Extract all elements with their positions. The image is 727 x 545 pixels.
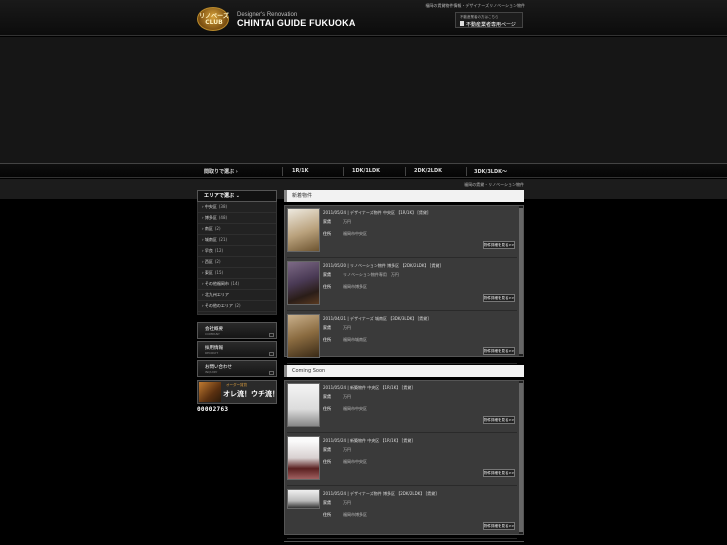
chevron-down-icon: ⌄ (235, 193, 240, 199)
listing-item: 2011/05/24 | デザイナーズ物件 中央区 【1R/1K】 [賃貸] 家… (287, 208, 517, 258)
sidebar: エリアで選ぶ ⌄ › 中央区 (38) › 博多区 (48) › 南区 (2) › 城… (197, 190, 279, 413)
order-banner-caption: オーダー賃貸 (226, 383, 247, 387)
listing-address: 住所 福岡市博多区 (323, 284, 367, 289)
listing-item: 2011/05/24 | 新築物件 中央区 【1R/1K】 [賃貸] 家賃 万円 … (287, 436, 517, 486)
nav-item-2dk2ldk[interactable]: 2DK/2LDK (414, 168, 442, 174)
site-logo[interactable]: リノベーズ CLUB (197, 7, 229, 31)
listing-address: 住所 福岡市中央区 (323, 231, 367, 236)
scrollbar[interactable] (519, 381, 523, 534)
area-item[interactable]: › その他のエリア (2) (198, 301, 276, 312)
detail-button[interactable]: 物件詳細を見る>> (483, 241, 515, 249)
listing-title[interactable]: 2011/05/24 | 新築物件 中央区 【1R/1K】 [賃貸] (323, 385, 413, 391)
header-note: 福岡の賃貸物件情報・デザイナーズリノベーション物件 (425, 3, 525, 8)
area-heading: エリアで選ぶ ⌄ (197, 190, 277, 202)
area-list: › 中央区 (38) › 博多区 (48) › 南区 (2) › 城南区 (21) › … (197, 202, 277, 315)
new-listings: 2011/05/24 | デザイナーズ物件 中央区 【1R/1K】 [賃貸] 家… (284, 205, 524, 364)
listing-address: 住所 福岡市城南区 (323, 337, 367, 342)
order-banner[interactable]: オーダー賃貸 オレ流！ウチ流！ (197, 380, 279, 404)
listing-item: 2011/05/24 | デザイナーズ物件 博多区 【2DK/2LDK】 [賃貸… (287, 489, 517, 539)
listing-rent: 家賃 万円 (323, 325, 351, 330)
area-item[interactable]: › その他福岡市 (14) (198, 279, 276, 290)
nav-divider (282, 167, 283, 176)
listing-photo[interactable] (287, 261, 320, 305)
hero-banner (0, 37, 727, 163)
area-item[interactable]: › 中央区 (38) (198, 202, 276, 213)
area-item[interactable]: › 城南区 (21) (198, 235, 276, 246)
coming-soon-listings: 2011/05/24 | 新築物件 中央区 【1R/1K】 [賃貸] 家賃 万円 … (284, 380, 524, 539)
detail-button[interactable]: 物件詳細を見る>> (483, 416, 515, 424)
scrollbar-thumb[interactable] (519, 383, 523, 532)
listing-photo[interactable] (287, 314, 320, 358)
area-item[interactable]: › 東区 (15) (198, 268, 276, 279)
nav-divider (343, 167, 344, 176)
listing-address: 住所 福岡市中央区 (323, 459, 367, 464)
section-heading-coming-soon: Coming Soon (284, 365, 524, 377)
logo-text: リノベーズ CLUB (199, 13, 229, 26)
agent-page-button[interactable]: 不動産業者の方はこちら 不動産業者専用ページ (455, 12, 523, 28)
area-item[interactable]: › 博多区 (48) (198, 213, 276, 224)
arrow-icon (269, 371, 274, 375)
listing-photo[interactable] (287, 383, 320, 427)
banner-image (199, 382, 221, 402)
arrow-icon (269, 333, 274, 337)
agent-button-label: 不動産業者専用ページ (466, 22, 516, 28)
site-header: リノベーズ CLUB Designer's Renovation CHINTAI… (0, 0, 727, 36)
area-item[interactable]: › 北九州エリア (198, 290, 276, 301)
inquiry-sub: INQUIRY (205, 370, 218, 374)
listing-title[interactable]: 2011/05/24 | デザイナーズ物件 中央区 【1R/1K】 [賃貸] (323, 210, 429, 216)
area-item[interactable]: › 早良 (12) (198, 246, 276, 257)
area-item[interactable]: › 南区 (2) (198, 224, 276, 235)
detail-button[interactable]: 物件詳細を見る>> (483, 347, 515, 355)
recruit-sub: RECRUIT (205, 351, 219, 355)
listing-address: 住所 福岡市中央区 (323, 406, 367, 411)
listing-rent: 家賃 万円 (323, 219, 351, 224)
breadcrumb: 福岡の賃貸・リノベーション物件 (464, 182, 524, 187)
company-sub: COMPANY (205, 332, 220, 336)
section-heading-new: 新着物件 (284, 190, 524, 202)
listing-item: 2011/05/20 | リノベーション物件 博多区 【2DK/2LDK】 [賃… (287, 261, 517, 311)
chevron-right-icon: › (235, 169, 238, 175)
listing-item: 2011/05/24 | 新築物件 中央区 【1R/1K】 [賃貸] 家賃 万円 … (287, 383, 517, 433)
nav-item-1r1k[interactable]: 1R/1K (292, 168, 309, 174)
scrollbar[interactable] (519, 206, 523, 356)
listing-title[interactable]: 2011/04/21 | デザイナーズ 城南区 【3DK/3LDK】 [賃貸] (323, 316, 429, 322)
nav-item-3dk3ldk[interactable]: 3DK/3LDK～ (474, 168, 507, 175)
listing-address: 住所 福岡市博多区 (323, 512, 367, 517)
listing-photo[interactable] (287, 436, 320, 480)
company-button[interactable]: 会社概要 COMPANY (197, 322, 277, 339)
building-icon (460, 21, 464, 26)
detail-button[interactable]: 物件詳細を見る>> (483, 469, 515, 477)
listing-rent: 家賃 万円 (323, 394, 351, 399)
listing-photo[interactable] (287, 208, 320, 252)
nav-item-1dk1ldk[interactable]: 1DK/1LDK (352, 168, 380, 174)
visitor-counter: 00002763 (197, 406, 229, 413)
listing-rent: 家賃 万円 (323, 500, 351, 505)
agent-button-caption: 不動産業者の方はこちら (460, 15, 499, 19)
nav-divider (466, 167, 467, 176)
listing-title[interactable]: 2011/05/24 | デザイナーズ物件 博多区 【2DK/2LDK】 [賃貸… (323, 491, 437, 497)
site-title[interactable]: CHINTAI GUIDE FUKUOKA (237, 18, 356, 28)
listing-title[interactable]: 2011/05/24 | 新築物件 中央区 【1R/1K】 [賃貸] (323, 438, 413, 444)
listing-rent: 家賃 万円 (323, 447, 351, 452)
layout-nav: 間取りで選ぶ › 1R/1K 1DK/1LDK 2DK/2LDK 3DK/3LD… (0, 163, 727, 178)
nav-divider (405, 167, 406, 176)
detail-button[interactable]: 物件詳細を見る>> (483, 522, 515, 530)
recruit-button[interactable]: 採用情報 RECRUIT (197, 341, 277, 358)
inquiry-button[interactable]: お問い合わせ INQUIRY (197, 360, 277, 377)
listing-rent: 家賃 リノベーション物件専用 万円 (323, 272, 399, 277)
order-banner-title: オレ流！ウチ流！ (223, 390, 279, 398)
footer-divider (284, 541, 524, 542)
listing-item: 2011/04/21 | デザイナーズ 城南区 【3DK/3LDK】 [賃貸] … (287, 314, 517, 364)
area-item[interactable]: › 西区 (2) (198, 257, 276, 268)
detail-button[interactable]: 物件詳細を見る>> (483, 294, 515, 302)
scrollbar-thumb[interactable] (519, 208, 523, 354)
arrow-icon (269, 352, 274, 356)
listing-photo[interactable] (287, 489, 320, 509)
listing-title[interactable]: 2011/05/20 | リノベーション物件 博多区 【2DK/2LDK】 [賃… (323, 263, 441, 269)
nav-layout-label: 間取りで選ぶ › (204, 169, 238, 175)
